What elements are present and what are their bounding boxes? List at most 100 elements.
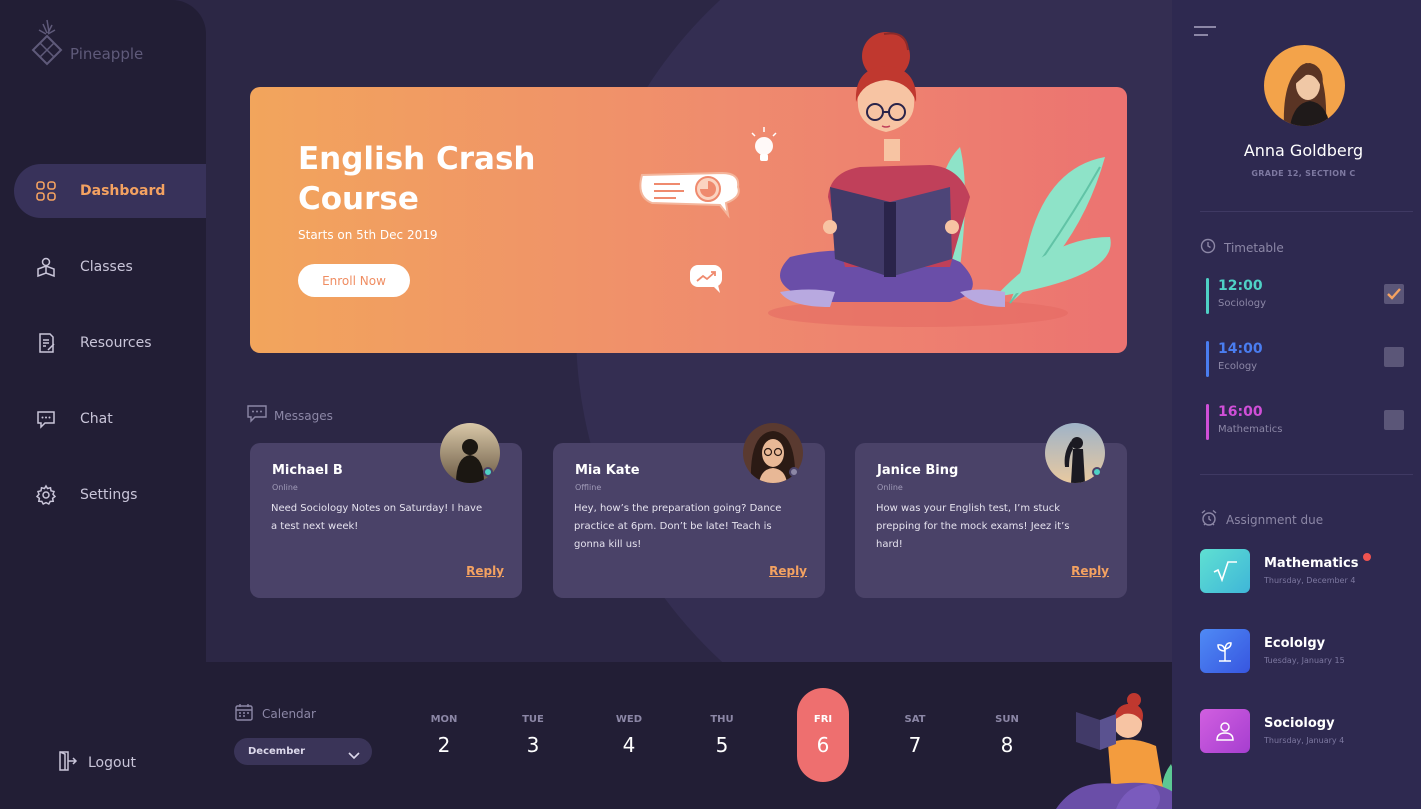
day-name: MON [430, 714, 458, 725]
sidebar: Pineapple Dashboard Classes Resources Ch… [0, 0, 206, 809]
assignment-item[interactable]: Ecololgy Tuesday, January 15 [1200, 629, 1415, 675]
day-date: 8 [1000, 733, 1014, 757]
timetable-subject: Sociology [1218, 298, 1267, 309]
message-card[interactable]: Janice Bing Online How was your English … [855, 423, 1127, 598]
timetable-item[interactable]: 14:00 Ecology [1206, 341, 1416, 377]
enroll-now-button[interactable]: Enroll Now [298, 264, 410, 297]
day-name: SUN [995, 714, 1019, 725]
timetable-time: 14:00 [1218, 341, 1263, 357]
timetable-time: 12:00 [1218, 278, 1263, 294]
day-date: 3 [526, 733, 540, 757]
sidebar-item-label: Classes [80, 259, 133, 275]
offline-indicator [789, 467, 799, 477]
month-select[interactable]: December [234, 738, 372, 765]
logo-text: Pineapple [70, 45, 144, 63]
message-sender-name: Janice Bing [877, 463, 959, 478]
day-wednesday[interactable]: WED 4 [603, 688, 655, 782]
sidebar-item-settings[interactable]: Settings [14, 468, 206, 522]
calendar-strip: Calendar December MON 2 TUE 3 WED 4 THU … [206, 662, 1216, 809]
sidebar-item-dashboard[interactable]: Dashboard [14, 164, 206, 218]
alarm-clock-icon [1200, 509, 1218, 531]
reply-link[interactable]: Reply [769, 564, 807, 578]
divider [1200, 474, 1413, 475]
day-name: FRI [813, 714, 833, 725]
timetable-item[interactable]: 12:00 Sociology [1206, 278, 1416, 314]
grid-icon [34, 179, 58, 203]
assignment-item[interactable]: Sociology Thursday, January 4 [1200, 709, 1415, 755]
day-thursday[interactable]: THU 5 [696, 688, 748, 782]
timetable-item[interactable]: 16:00 Mathematics [1206, 404, 1416, 440]
sidebar-nav: Dashboard Classes Resources Chat Setting… [14, 164, 206, 544]
day-friday-selected[interactable]: FRI 6 [797, 688, 849, 782]
logout-label: Logout [88, 755, 136, 771]
messages-heading-label: Messages [274, 409, 333, 423]
timetable-checkbox-checked[interactable] [1384, 284, 1404, 304]
assignment-date: Tuesday, January 15 [1264, 656, 1345, 665]
timetable-subject: Mathematics [1218, 424, 1283, 435]
main-content: English Crash Course Starts on 5th Dec 2… [206, 0, 1172, 662]
day-monday[interactable]: MON 2 [418, 688, 470, 782]
message-sender-status: Offline [575, 483, 602, 492]
message-card[interactable]: Mia Kate Offline Hey, how’s the preparat… [553, 423, 825, 598]
clock-icon [1200, 238, 1216, 258]
day-saturday[interactable]: SAT 7 [889, 688, 941, 782]
day-name: SAT [904, 714, 926, 725]
assignment-title: Ecololgy [1264, 636, 1326, 651]
sidebar-item-label: Settings [80, 487, 138, 503]
sidebar-item-classes[interactable]: Classes [14, 240, 206, 294]
timetable-checkbox[interactable] [1384, 347, 1404, 367]
reply-link[interactable]: Reply [1071, 564, 1109, 578]
timetable-subject: Ecology [1218, 361, 1258, 372]
assignment-heading: Assignment due [1200, 509, 1323, 531]
day-date: 6 [816, 733, 830, 757]
chevron-down-icon [348, 746, 360, 765]
day-name: TUE [522, 714, 544, 725]
message-sender-status: Online [877, 483, 903, 492]
month-select-value: December [248, 746, 306, 757]
message-text: Need Sociology Notes on Saturday! I have… [271, 503, 483, 532]
online-indicator [483, 467, 493, 477]
lightbulb-icon [751, 127, 777, 161]
calendar-icon [234, 702, 254, 726]
assignment-heading-label: Assignment due [1226, 513, 1324, 527]
girl-head-illustration [855, 32, 917, 132]
sidebar-item-chat[interactable]: Chat [14, 392, 206, 446]
timetable-color-bar [1206, 404, 1209, 440]
pineapple-logo-icon [31, 19, 63, 66]
chat-icon [34, 407, 58, 431]
message-sender-name: Mia Kate [575, 463, 640, 478]
new-badge [1363, 553, 1371, 561]
reply-link[interactable]: Reply [466, 564, 504, 578]
messages-heading: Messages [246, 404, 333, 428]
message-card[interactable]: Michael B Online Need Sociology Notes on… [250, 423, 522, 598]
timetable-color-bar [1206, 341, 1209, 377]
day-name: THU [710, 714, 734, 725]
menu-icon[interactable] [1194, 22, 1216, 41]
timetable-checkbox[interactable] [1384, 410, 1404, 430]
sidebar-item-label: Chat [80, 411, 113, 427]
person-icon [1200, 709, 1250, 753]
right-panel: Anna Goldberg GRADE 12, SECTION C Timeta… [1172, 0, 1421, 809]
day-sunday[interactable]: SUN 8 [981, 688, 1033, 782]
logo[interactable]: Pineapple [30, 18, 143, 68]
timetable-heading: Timetable [1200, 238, 1284, 258]
course-banner: English Crash Course Starts on 5th Dec 2… [250, 87, 1127, 353]
day-date: 4 [622, 733, 636, 757]
day-date: 5 [715, 733, 729, 757]
timetable-time: 16:00 [1218, 404, 1263, 420]
logout-button[interactable]: Logout [56, 750, 136, 776]
avatar[interactable] [1264, 45, 1345, 126]
day-name: WED [615, 714, 643, 725]
divider [1200, 211, 1413, 212]
logout-icon [56, 750, 78, 776]
day-tuesday[interactable]: TUE 3 [507, 688, 559, 782]
sidebar-item-resources[interactable]: Resources [14, 316, 206, 370]
online-indicator [1092, 467, 1102, 477]
message-sender-status: Online [272, 483, 298, 492]
message-text: How was your English test, I’m stuck pre… [876, 503, 1070, 550]
assignment-item[interactable]: Mathematics Thursday, December 4 [1200, 549, 1415, 595]
assignment-title: Sociology [1264, 716, 1335, 731]
timetable-color-bar [1206, 278, 1209, 314]
square-root-icon [1200, 549, 1250, 593]
message-text: Hey, how’s the preparation going? Dance … [574, 503, 782, 550]
